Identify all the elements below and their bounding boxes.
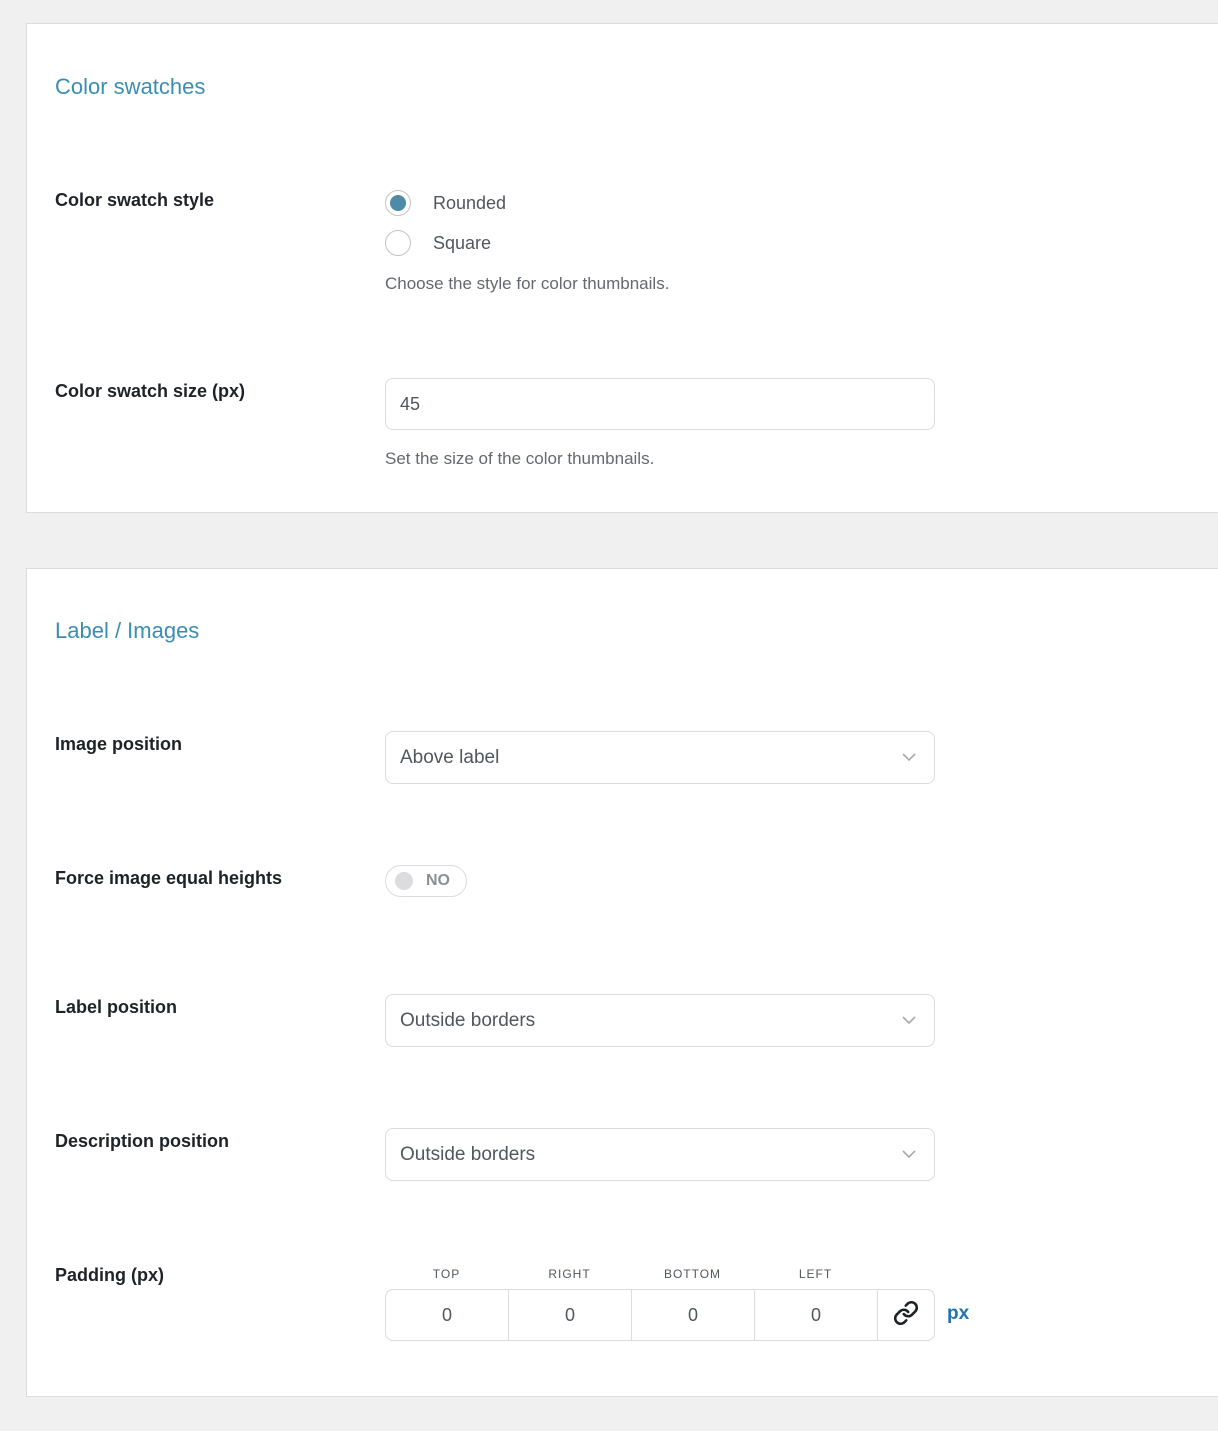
- equal-heights-label: Force image equal heights: [55, 868, 283, 888]
- link-icon: [893, 1300, 919, 1331]
- label-position-select[interactable]: Outside borders: [385, 994, 935, 1047]
- equal-heights-toggle[interactable]: NO: [385, 865, 467, 897]
- chevron-down-icon: [902, 753, 916, 762]
- color-swatch-style-label: Color swatch style: [55, 190, 215, 210]
- image-position-select[interactable]: Above label: [385, 731, 935, 784]
- color-swatch-size-label: Color swatch size (px): [55, 381, 246, 401]
- image-position-label: Image position: [55, 734, 183, 754]
- padding-header-left: LEFT: [798, 1267, 833, 1281]
- radio-button-square[interactable]: [385, 230, 411, 256]
- radio-button-rounded[interactable]: [385, 190, 411, 216]
- section-title-label-images: Label / Images: [55, 618, 200, 643]
- image-position-value: Above label: [400, 746, 500, 768]
- padding-header-right: RIGHT: [548, 1267, 591, 1281]
- section-title-color-swatches: Color swatches: [55, 74, 206, 99]
- padding-right-input[interactable]: 0: [509, 1290, 632, 1340]
- swatch-size-input[interactable]: 45: [385, 378, 935, 430]
- label-images-panel: Label / Images Image position Above labe…: [26, 568, 1218, 1397]
- padding-label: Padding (px): [55, 1265, 164, 1285]
- toggle-state-text: NO: [426, 872, 450, 889]
- toggle-knob: [395, 872, 413, 890]
- padding-top-input[interactable]: 0: [386, 1290, 509, 1340]
- label-position-value: Outside borders: [400, 1009, 536, 1031]
- padding-unit-px[interactable]: px: [947, 1303, 969, 1325]
- radio-rounded-label: Rounded: [433, 192, 507, 213]
- padding-header-top: TOP: [432, 1267, 461, 1281]
- radio-rounded[interactable]: Rounded: [385, 190, 506, 216]
- padding-header-bottom: BOTTOM: [663, 1267, 722, 1281]
- chevron-down-icon: [902, 1016, 916, 1025]
- link-values-button[interactable]: [878, 1290, 934, 1340]
- description-position-label: Description position: [55, 1131, 230, 1151]
- description-position-select[interactable]: Outside borders: [385, 1128, 935, 1181]
- color-swatches-panel: Color swatches Color swatch style Rounde…: [26, 23, 1218, 513]
- label-position-label: Label position: [55, 997, 178, 1017]
- padding-left-input[interactable]: 0: [755, 1290, 878, 1340]
- radio-square-label: Square: [433, 232, 492, 253]
- padding-inputs: 0 0 0 0: [385, 1289, 935, 1341]
- padding-bottom-input[interactable]: 0: [632, 1290, 755, 1340]
- radio-square[interactable]: Square: [385, 230, 491, 256]
- swatch-size-help: Set the size of the color thumbnails.: [385, 449, 655, 468]
- swatch-style-help: Choose the style for color thumbnails.: [385, 274, 670, 293]
- chevron-down-icon: [902, 1150, 916, 1159]
- description-position-value: Outside borders: [400, 1143, 536, 1165]
